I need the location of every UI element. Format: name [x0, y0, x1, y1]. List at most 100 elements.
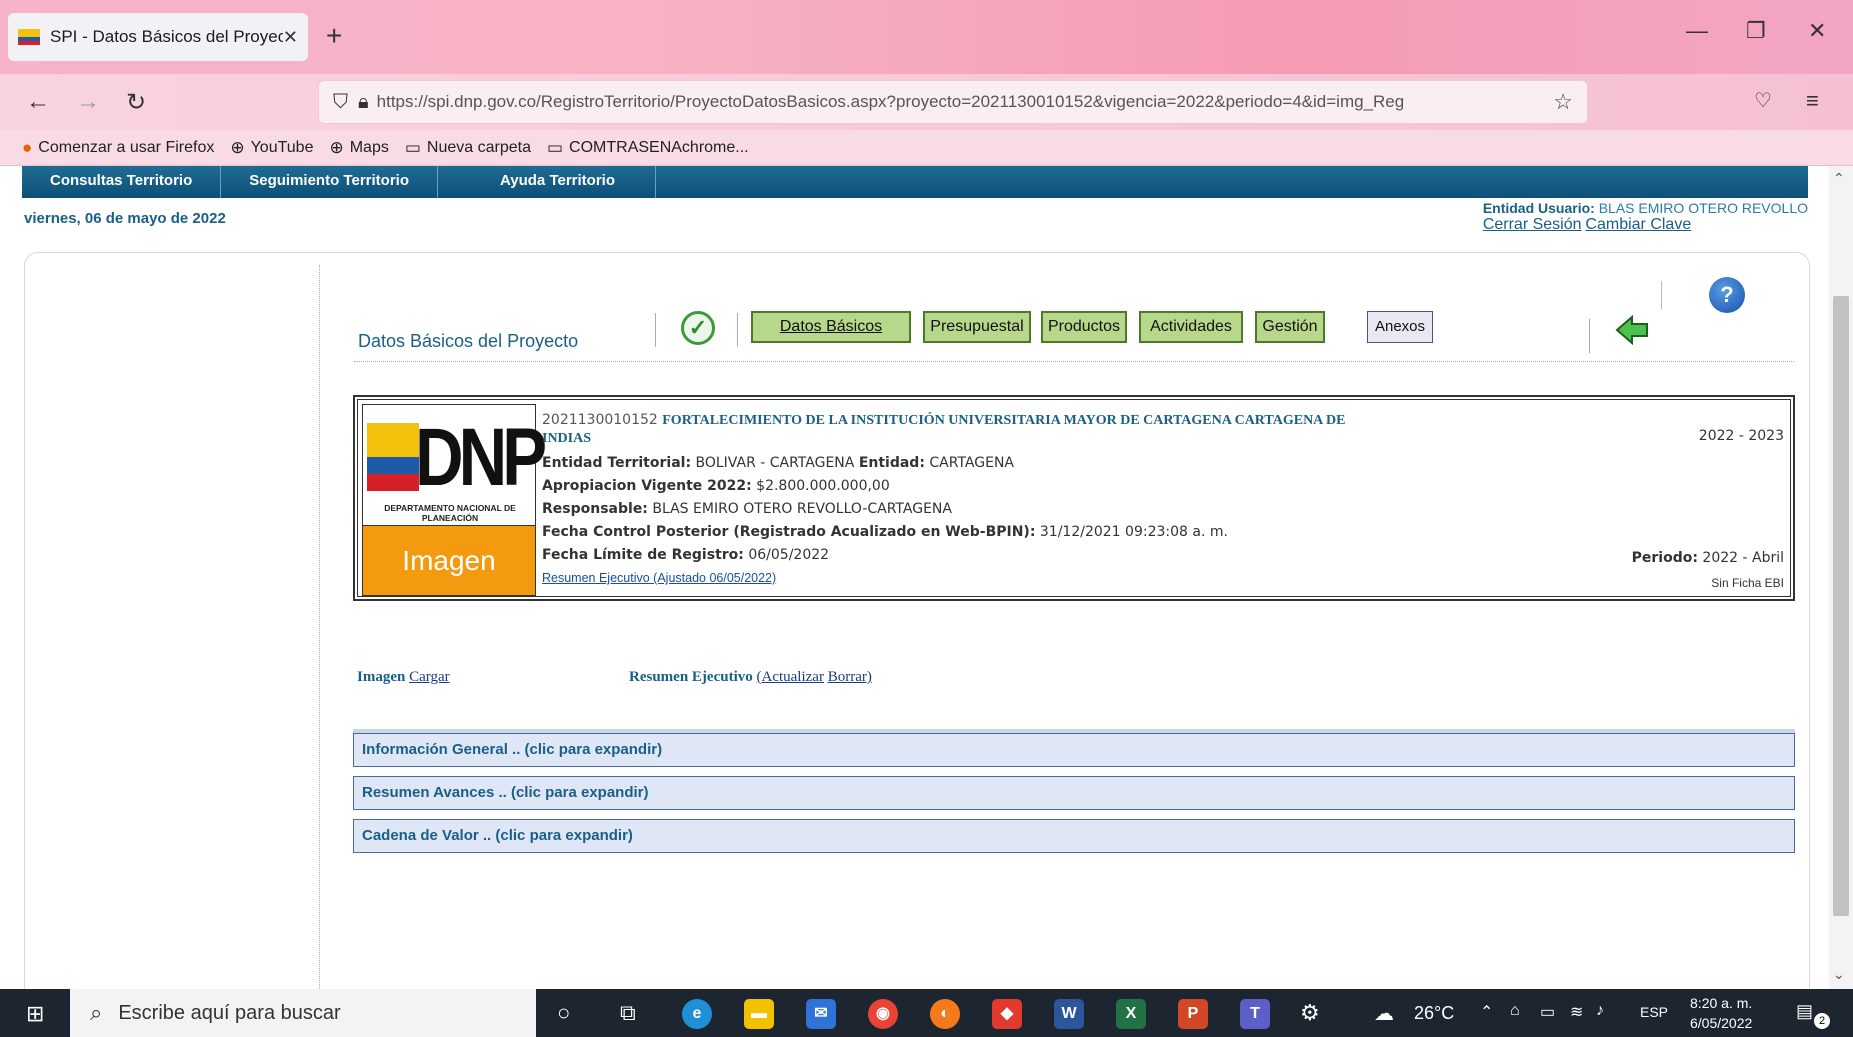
- new-tab-icon[interactable]: +: [326, 20, 342, 52]
- divider: [319, 265, 320, 989]
- page-content: Consultas Territorio Seguimiento Territo…: [0, 166, 1853, 989]
- bookmark-firefox[interactable]: ● Comenzar a usar Firefox: [22, 138, 214, 158]
- battery-icon[interactable]: ▭: [1540, 1002, 1555, 1022]
- menu-icon[interactable]: ≡: [1806, 88, 1819, 114]
- cargar-link[interactable]: Cargar: [409, 669, 450, 685]
- actualizar-link[interactable]: (Actualizar: [757, 669, 824, 685]
- mail-icon[interactable]: ✉: [806, 999, 836, 1029]
- bookmarks-bar: ● Comenzar a usar Firefox ⊕ YouTube ⊕ Maps …: [0, 130, 1853, 166]
- language-indicator[interactable]: ESP: [1640, 1004, 1668, 1020]
- logout-link[interactable]: Cerrar Sesión: [1483, 216, 1582, 233]
- project-period: 2022 - Abril: [1702, 550, 1784, 566]
- help-icon[interactable]: ?: [1709, 277, 1745, 313]
- lock-icon[interactable]: 🔒︎: [358, 91, 369, 114]
- resumen-actions: Resumen Ejecutivo (Actualizar Borrar): [629, 669, 872, 685]
- project-details: 2021130010152 FORTALECIMIENTO DE LA INST…: [542, 412, 1346, 585]
- reload-icon[interactable]: ↻: [126, 88, 146, 117]
- cortana-icon[interactable]: ○: [557, 1000, 570, 1026]
- menu-consultas[interactable]: Consultas Territorio: [22, 166, 222, 198]
- change-password-link[interactable]: Cambiar Clave: [1585, 216, 1691, 233]
- scroll-down-icon[interactable]: ⌄: [1833, 966, 1845, 983]
- wifi-icon[interactable]: ≋: [1570, 1002, 1583, 1022]
- browser-tab-strip: SPI - Datos Básicos del Proyecto ✕ + — ❐…: [0, 0, 1853, 74]
- user-info: Entidad Usuario: BLAS EMIRO OTERO REVOLL…: [1482, 200, 1808, 233]
- search-icon: ⌕: [90, 1000, 103, 1025]
- temperature[interactable]: 26°C: [1414, 1003, 1454, 1024]
- scrollbar-thumb[interactable]: [1833, 296, 1849, 916]
- navigation-bar: ← → ↻ ⛉ 🔒︎ https://spi.dnp.gov.co/Regist…: [0, 74, 1853, 130]
- powerpoint-icon[interactable]: P: [1178, 999, 1208, 1029]
- back-icon[interactable]: ←: [26, 88, 50, 116]
- tab-presupuestal[interactable]: Presupuestal: [923, 311, 1031, 343]
- notifications-icon[interactable]: ▤: [1796, 1001, 1813, 1022]
- project-years: 2022 - 2023: [1698, 428, 1784, 444]
- globe-icon: ⊕: [230, 137, 245, 157]
- project-code: 2021130010152: [542, 412, 658, 428]
- excel-icon[interactable]: X: [1116, 999, 1146, 1029]
- windows-start-icon[interactable]: ⊞: [26, 1001, 44, 1027]
- network-icon[interactable]: ⌂: [1510, 1002, 1520, 1020]
- notification-count: 2: [1814, 1013, 1830, 1029]
- file-explorer-icon[interactable]: ▬: [744, 999, 774, 1029]
- weather-icon[interactable]: ☁: [1374, 1001, 1394, 1026]
- task-view-icon[interactable]: ⧉: [620, 1000, 636, 1026]
- project-card: DNP DEPARTAMENTO NACIONAL DE PLANEACIÓN …: [353, 395, 1795, 646]
- divider: [655, 313, 656, 347]
- pocket-icon[interactable]: ♡: [1754, 88, 1772, 113]
- divider: [1589, 319, 1590, 353]
- tab-datos-basicos[interactable]: Datos Básicos: [751, 311, 911, 343]
- minimize-icon[interactable]: —: [1686, 18, 1708, 44]
- main-panel: ? Datos Básicos del Proyecto ✓ Datos Bás…: [24, 252, 1810, 989]
- tray-chevron-icon[interactable]: ⌃: [1480, 1002, 1493, 1022]
- section-resumen-avances[interactable]: Resumen Avances .. (clic para expandir): [353, 776, 1795, 810]
- page-title: Datos Básicos del Proyecto: [358, 331, 579, 351]
- teams-icon[interactable]: T: [1240, 999, 1270, 1029]
- tab-gestion[interactable]: Gestión: [1255, 311, 1325, 343]
- close-tab-icon[interactable]: ✕: [283, 27, 298, 48]
- bookmark-maps[interactable]: ⊕ Maps: [329, 138, 388, 158]
- dnp-favicon: [18, 29, 40, 45]
- divider: [1661, 281, 1662, 309]
- edge-icon[interactable]: e: [682, 999, 712, 1029]
- restore-icon[interactable]: ❐: [1746, 18, 1766, 44]
- divider: [737, 313, 738, 347]
- word-icon[interactable]: W: [1054, 999, 1084, 1029]
- project-name: FORTALECIMIENTO DE LA INSTITUCIÓN UNIVER…: [662, 413, 1346, 428]
- section-informacion-general[interactable]: Información General .. (clic para expand…: [353, 733, 1795, 767]
- clock[interactable]: 8:20 a. m. 6/05/2022: [1690, 993, 1752, 1033]
- vertical-scrollbar[interactable]: ⌃ ⌄: [1829, 166, 1853, 989]
- bookmark-youtube[interactable]: ⊕ YouTube: [230, 138, 313, 158]
- borrar-link[interactable]: Borrar): [828, 669, 872, 685]
- settings-icon[interactable]: ⚙: [1300, 1000, 1320, 1026]
- anydesk-icon[interactable]: ◆: [992, 999, 1022, 1029]
- back-arrow-icon[interactable]: [1615, 315, 1649, 345]
- forward-icon[interactable]: →: [76, 88, 100, 116]
- menu-seguimiento[interactable]: Seguimiento Territorio: [221, 166, 438, 198]
- volume-icon[interactable]: ♪: [1596, 1002, 1604, 1020]
- url-text[interactable]: https://spi.dnp.gov.co/RegistroTerritori…: [377, 92, 1554, 112]
- current-date: viernes, 06 de mayo de 2022: [24, 210, 226, 227]
- dotted-divider: [354, 361, 1794, 362]
- resumen-ejecutivo-link[interactable]: Resumen Ejecutivo (Ajustado 06/05/2022): [542, 571, 776, 585]
- tab-actividades[interactable]: Actividades: [1139, 311, 1243, 343]
- browser-tab[interactable]: SPI - Datos Básicos del Proyecto ✕: [8, 13, 308, 61]
- project-logo: DNP DEPARTAMENTO NACIONAL DE PLANEACIÓN …: [362, 404, 547, 646]
- firefox-icon[interactable]: ◐: [930, 999, 960, 1029]
- top-menu: Consultas Territorio Seguimiento Territo…: [22, 166, 1808, 198]
- menu-ayuda[interactable]: Ayuda Territorio: [438, 166, 656, 198]
- scroll-up-icon[interactable]: ⌃: [1833, 170, 1845, 187]
- url-bar[interactable]: ⛉ 🔒︎ https://spi.dnp.gov.co/RegistroTerr…: [318, 80, 1588, 124]
- anexos-button[interactable]: Anexos: [1367, 311, 1433, 343]
- bookmark-folder[interactable]: ▭ Nueva carpeta: [405, 138, 531, 158]
- shield-icon[interactable]: ⛉: [333, 91, 348, 114]
- tab-productos[interactable]: Productos: [1041, 311, 1127, 343]
- close-window-icon[interactable]: ✕: [1808, 18, 1826, 44]
- taskbar-search[interactable]: ⌕ Escribe aquí para buscar: [70, 989, 536, 1037]
- chrome-icon[interactable]: ◉: [868, 999, 898, 1029]
- bookmark-folder-comtrasena[interactable]: ▭ COMTRASENAchrome...: [547, 138, 749, 158]
- windows-taskbar: ⊞ ⌕ Escribe aquí para buscar ○ ⧉ e ▬ ✉ ◉…: [0, 989, 1853, 1037]
- section-cadena-valor[interactable]: Cadena de Valor .. (clic para expandir): [353, 819, 1795, 853]
- ficha-status: Sin Ficha EBI: [1711, 576, 1784, 590]
- bookmark-star-icon[interactable]: ☆: [1553, 89, 1573, 115]
- tab-title: SPI - Datos Básicos del Proyecto: [50, 27, 283, 46]
